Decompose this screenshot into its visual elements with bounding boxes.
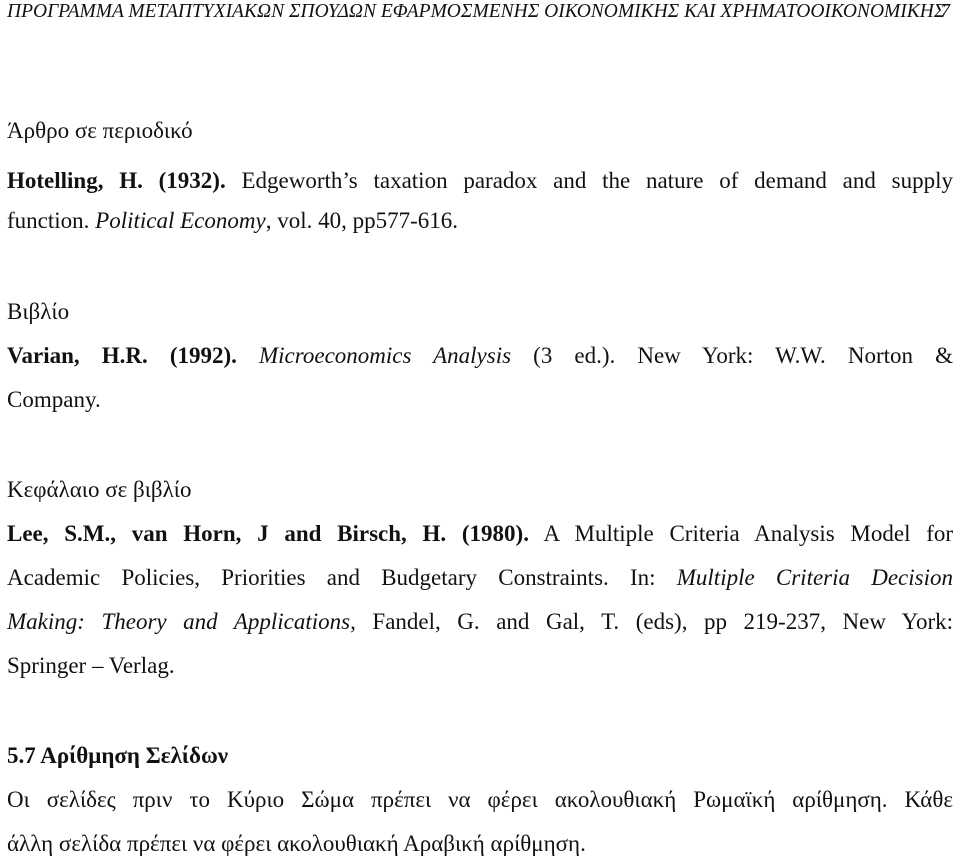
book-chapter-book-title-end: Making: Theory and Applications, bbox=[7, 609, 356, 634]
journal-article-title-end: function. bbox=[7, 208, 96, 233]
journal-article-volume-pages: , vol. 40, pp577-616. bbox=[265, 208, 459, 233]
journal-article-label: Άρθρο σε περιοδικό bbox=[7, 118, 193, 143]
book-title: Microeconomics Analysis bbox=[259, 343, 512, 368]
book-chapter-ref-line3: Making: Theory and Applications, Fandel,… bbox=[7, 607, 953, 637]
book-publisher: (3 ed.). New York: W.W. Norton & bbox=[511, 343, 953, 368]
header-title: ΠΡΟΓΡΑΜΜΑ ΜΕΤΑΠΤΥΧΙΑΚΩΝ ΣΠΟΥΔΩΝ ΕΦΑΡΜΟΣΜ… bbox=[7, 1, 946, 22]
page-numbering-paragraph-line2: άλλη σελίδα πρέπει να φέρει ακολουθιακή … bbox=[7, 831, 586, 856]
journal-article-ref-line2: function. Political Economy, vol. 40, pp… bbox=[7, 206, 953, 236]
running-header: ΠΡΟΓΡΑΜΜΑ ΜΕΤΑΠΤΥΧΙΑΚΩΝ ΣΠΟΥΔΩΝ ΕΦΑΡΜΟΣΜ… bbox=[7, 0, 950, 24]
page-number: 7 bbox=[940, 1, 950, 22]
journal-article-ref-line1: Hotelling, H. (1932). Edgeworth’s taxati… bbox=[7, 166, 953, 196]
book-authors: Varian, H.R. (1992). bbox=[7, 343, 237, 368]
journal-article-authors: Hotelling, H. (1932). bbox=[7, 168, 226, 193]
journal-name: Political Economy bbox=[95, 208, 266, 233]
book-chapter-book-title-start: Multiple Criteria Decision bbox=[676, 565, 953, 590]
book-chapter-ref-line1: Lee, S.M., van Horn, J and Birsch, H. (1… bbox=[7, 519, 953, 549]
book-chapter-title-start: A Multiple Criteria Analysis Model for bbox=[528, 521, 954, 546]
section-heading-text: 5.7 Αρίθμηση Σελίδων bbox=[7, 743, 229, 768]
book-ref-line2: Company. bbox=[7, 387, 101, 412]
book-chapter-ref-line4: Springer – Verlag. bbox=[7, 653, 175, 678]
page-numbering-paragraph-line1: Οι σελίδες πριν το Κύριο Σώμα πρέπει να … bbox=[7, 787, 953, 812]
book-chapter-authors: Lee, S.M., van Horn, J and Birsch, H. (1… bbox=[7, 521, 529, 546]
book-chapter-title-end: Academic Policies, Priorities and Budget… bbox=[7, 565, 677, 590]
book-label: Βιβλίο bbox=[7, 299, 70, 324]
book-chapter-editors-pages: Fandel, G. and Gal, T. (eds), pp 219-237… bbox=[355, 609, 953, 634]
book-chapter-ref-line2: Academic Policies, Priorities and Budget… bbox=[7, 563, 953, 593]
book-ref-line1: Varian, H.R. (1992). Microeconomics Anal… bbox=[7, 341, 953, 371]
journal-article-title: Edgeworth’s taxation paradox and the nat… bbox=[225, 168, 953, 193]
section-heading: 5.7 Αρίθμηση Σελίδων bbox=[7, 741, 953, 771]
book-chapter-label: Κεφάλαιο σε βιβλίο bbox=[7, 477, 192, 502]
